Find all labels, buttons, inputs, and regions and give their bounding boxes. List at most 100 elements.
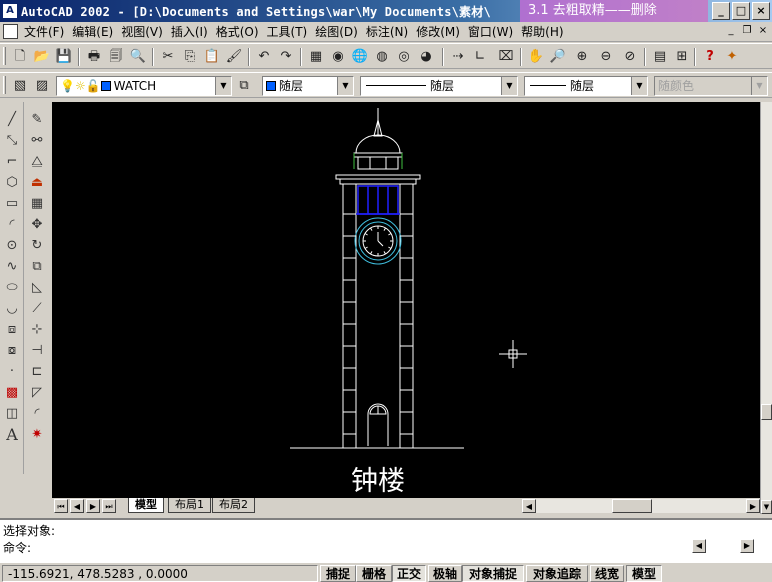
offset-icon[interactable]: ⏏ [27, 173, 47, 192]
scroll-right-arrow[interactable]: ▶ [746, 499, 760, 513]
region-icon[interactable]: ◫ [2, 404, 22, 423]
match-properties-icon[interactable]: 🖌 [224, 47, 244, 67]
line-icon[interactable]: ╱ [2, 110, 22, 129]
explode-icon[interactable]: ✷ [27, 425, 47, 444]
doc-minimize-button[interactable]: _ [724, 24, 738, 38]
design-center-icon[interactable]: ▦ [306, 47, 326, 67]
doc-close-button[interactable]: × [756, 24, 770, 38]
lineweight-dropdown[interactable]: 随层 ▼ [524, 76, 648, 96]
chevron-down-icon[interactable]: ▼ [215, 77, 231, 95]
menu-item[interactable]: 修改(M) [414, 24, 466, 40]
ellipse-icon[interactable]: ⬭ [2, 278, 22, 297]
doc-restore-button[interactable]: ❐ [740, 24, 754, 38]
hyperlink-icon[interactable]: 🌐 [350, 47, 370, 67]
layout-tab[interactable]: 布局2 [212, 498, 255, 513]
redraw-icon[interactable]: ⌧ [496, 47, 516, 67]
status-toggle[interactable]: 对象追踪 [526, 565, 588, 582]
properties-icon[interactable]: ▤ [650, 47, 670, 67]
menu-item[interactable]: 工具(T) [265, 24, 314, 40]
vertical-scroll-thumb[interactable] [761, 404, 772, 420]
plotstyle-dropdown[interactable]: 随颜色 ▼ [654, 76, 768, 96]
pan-realtime-icon[interactable]: ✋ [526, 47, 546, 67]
point-icon[interactable]: · [2, 362, 22, 381]
distance-icon[interactable]: ∟ [470, 47, 490, 67]
make-object-layer-current-icon[interactable]: ⧉ [234, 76, 254, 96]
status-toggle[interactable]: 正交 [392, 565, 426, 582]
cut-icon[interactable]: ✂ [158, 47, 178, 67]
layer-previous-icon[interactable]: ▨ [32, 76, 52, 96]
lengthen-icon[interactable]: ⟋ [27, 299, 47, 318]
status-toggle[interactable]: 极轴 [428, 565, 462, 582]
copy-object-icon[interactable]: ⚯ [27, 131, 47, 150]
find-icon[interactable]: 🔍 [128, 47, 148, 67]
fillet-icon[interactable]: ◜ [27, 404, 47, 423]
layout-tab[interactable]: 模型 [128, 498, 164, 513]
document-icon[interactable] [3, 24, 18, 39]
copy-icon[interactable]: ⎘ [180, 47, 200, 67]
vertical-scrollbar[interactable]: ▼ [760, 102, 772, 514]
zoom-realtime-icon[interactable]: 🔎 [548, 47, 568, 67]
autocad-app-icon[interactable]: A [2, 3, 18, 19]
toolbar-grip[interactable] [3, 76, 6, 94]
prev-tab-icon[interactable]: ◀ [70, 499, 84, 513]
chamfer-icon[interactable]: ◸ [27, 383, 47, 402]
move-icon[interactable]: ✥ [27, 215, 47, 234]
meeting-icon[interactable]: ◎ [394, 47, 414, 67]
status-toggle[interactable]: 模型 [626, 565, 662, 582]
undo-icon[interactable]: ↶ [254, 47, 274, 67]
make-block-icon[interactable]: ⧇ [2, 341, 22, 360]
scale-icon[interactable]: ⧉ [27, 257, 47, 276]
erase-icon[interactable]: ✎ [27, 110, 47, 129]
command-scroll-right[interactable]: ▶ [740, 539, 754, 553]
new-file-icon[interactable]: 🗋 [10, 47, 30, 67]
redo-icon[interactable]: ↷ [276, 47, 296, 67]
polygon-icon[interactable]: ⬡ [2, 173, 22, 192]
layout-tab[interactable]: 布局1 [168, 498, 211, 513]
break-icon[interactable]: ⊏ [27, 362, 47, 381]
publish-icon[interactable]: ◍ [372, 47, 392, 67]
chevron-down-icon[interactable]: ▼ [501, 77, 517, 95]
coordinate-readout[interactable]: -115.6921, 478.5283 , 0.0000 [2, 565, 318, 582]
horizontal-scroll-thumb[interactable] [612, 499, 652, 513]
zoom-extents-icon[interactable]: ⊘ [620, 47, 640, 67]
trim-icon[interactable]: ⊹ [27, 320, 47, 339]
maximize-button[interactable]: □ [732, 2, 750, 20]
save-icon[interactable]: 💾 [54, 47, 74, 67]
status-toggle[interactable]: 对象捕捉 [462, 565, 524, 582]
stretch-icon[interactable]: ◺ [27, 278, 47, 297]
array-icon[interactable]: ▦ [27, 194, 47, 213]
layer-dropdown[interactable]: 💡☼🔓 WATCH ▼ [56, 76, 232, 96]
next-tab-icon[interactable]: ▶ [86, 499, 100, 513]
first-tab-icon[interactable]: ⏮ [54, 499, 68, 513]
menu-item[interactable]: 标注(N) [364, 24, 414, 40]
zoom-window-icon[interactable]: ⊕ [572, 47, 592, 67]
horizontal-scrollbar[interactable]: ◀ ▶ [522, 499, 760, 513]
menu-item[interactable]: 编辑(E) [70, 24, 119, 40]
menu-item[interactable]: 绘图(D) [313, 24, 364, 40]
multiline-text-icon[interactable]: A [2, 425, 22, 444]
paste-icon[interactable]: 📋 [202, 47, 222, 67]
menu-item[interactable]: 格式(O) [214, 24, 265, 40]
print-preview-icon[interactable]: 🗐 [106, 47, 126, 67]
drawing-area[interactable]: 钟楼 [52, 102, 760, 498]
layer-manager-icon[interactable]: ▧ [10, 76, 30, 96]
status-toggle[interactable]: 栅格 [356, 565, 392, 582]
close-button[interactable]: × [752, 2, 770, 20]
insert-block-icon[interactable]: ⧈ [2, 320, 22, 339]
chevron-down-icon[interactable]: ▼ [337, 77, 353, 95]
open-file-icon[interactable]: 📂 [32, 47, 52, 67]
construction-line-icon[interactable]: ⤡ [2, 131, 22, 150]
today-icon[interactable]: ◉ [328, 47, 348, 67]
zoom-previous-icon[interactable]: ⊖ [596, 47, 616, 67]
chevron-down-icon[interactable]: ▼ [631, 77, 647, 95]
menu-item[interactable]: 帮助(H) [519, 24, 569, 40]
rotate-icon[interactable]: ↻ [27, 236, 47, 255]
menu-item[interactable]: 视图(V) [119, 24, 169, 40]
command-scroll-left[interactable]: ◀ [692, 539, 706, 553]
menu-item[interactable]: 窗口(W) [466, 24, 519, 40]
menu-item[interactable]: 文件(F) [22, 24, 70, 40]
ucs-icon[interactable]: ⇢ [448, 47, 468, 67]
spline-icon[interactable]: ∿ [2, 257, 22, 276]
ellipse-arc-icon[interactable]: ◡ [2, 299, 22, 318]
mirror-icon[interactable]: ⧋ [27, 152, 47, 171]
